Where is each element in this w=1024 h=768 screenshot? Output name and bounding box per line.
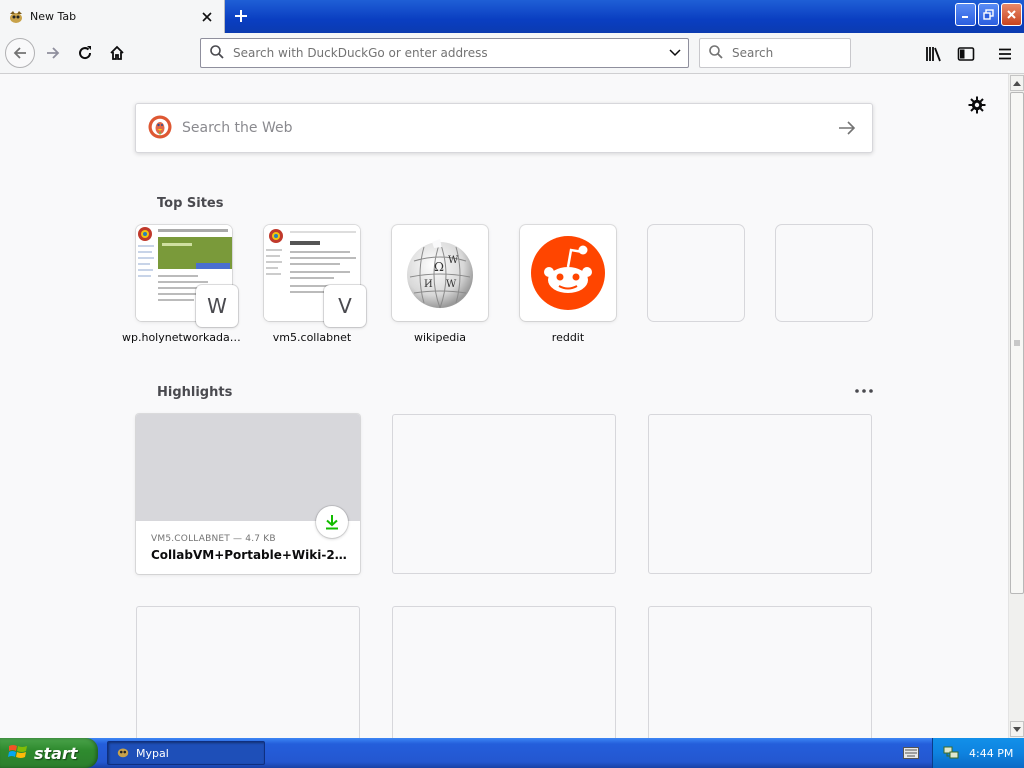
svg-text:W: W bbox=[446, 279, 457, 290]
site-letter-icon: W bbox=[196, 285, 238, 327]
top-sites-heading: Top Sites bbox=[157, 196, 224, 211]
site-letter-icon: V bbox=[324, 285, 366, 327]
restore-button[interactable] bbox=[978, 3, 999, 26]
tab-new-tab[interactable]: New Tab bbox=[0, 0, 225, 33]
empty-highlight-card bbox=[136, 606, 360, 738]
url-bar[interactable] bbox=[200, 38, 689, 68]
back-button[interactable] bbox=[5, 38, 35, 68]
mypal-icon bbox=[116, 745, 130, 762]
duckduckgo-logo-icon bbox=[148, 115, 172, 142]
top-site-label: reddit bbox=[551, 331, 585, 344]
top-site-tile[interactable]: reddit bbox=[520, 225, 616, 344]
windows-logo-icon bbox=[8, 743, 28, 764]
start-button[interactable]: start bbox=[0, 738, 98, 768]
top-site-tile[interactable]: Ω W И W wikipedia bbox=[392, 225, 488, 344]
reload-button[interactable] bbox=[70, 38, 100, 68]
more-options-icon[interactable] bbox=[851, 382, 877, 400]
forward-button[interactable] bbox=[38, 38, 68, 68]
top-site-label: wp.holynetworkadapter.org bbox=[122, 331, 246, 344]
card-host: VM5.COLLABNET — 4.7 KB bbox=[151, 534, 276, 544]
reddit-alien-icon bbox=[520, 225, 616, 321]
scrollbar-thumb[interactable] bbox=[1010, 92, 1024, 594]
taskbar: start Mypal 4:44 PM bbox=[0, 738, 1024, 768]
highlight-card[interactable]: VM5.COLLABNET — 4.7 KB CollabVM+Portable… bbox=[136, 414, 360, 574]
arrow-right-icon[interactable] bbox=[822, 120, 872, 136]
svg-text:И: И bbox=[424, 279, 433, 290]
scroll-down-arrow-icon[interactable] bbox=[1010, 721, 1024, 737]
mypal-icon bbox=[8, 9, 24, 25]
card-title: CollabVM+Portable+Wiki-20220... bbox=[151, 548, 349, 562]
card-preview bbox=[136, 414, 360, 521]
gear-icon[interactable] bbox=[966, 94, 988, 116]
empty-highlight-card bbox=[648, 606, 872, 738]
clock: 4:44 PM bbox=[969, 746, 1014, 760]
web-search-box[interactable] bbox=[135, 103, 873, 153]
close-tab-icon[interactable] bbox=[196, 6, 218, 28]
svg-text:W: W bbox=[448, 255, 459, 266]
hamburger-menu-icon[interactable] bbox=[992, 41, 1018, 67]
tab-strip: New Tab bbox=[0, 0, 1024, 33]
empty-highlight-card bbox=[648, 414, 872, 574]
taskbar-item-mypal[interactable]: Mypal bbox=[107, 741, 265, 765]
empty-top-site-tile[interactable] bbox=[648, 225, 744, 321]
search-icon bbox=[209, 44, 225, 63]
download-icon bbox=[316, 506, 348, 538]
search-input[interactable] bbox=[732, 46, 882, 60]
taskbar-item-label: Mypal bbox=[136, 746, 169, 760]
library-icon[interactable] bbox=[921, 41, 947, 67]
top-site-label: vm5.collabnet bbox=[272, 331, 352, 344]
highlights-heading: Highlights bbox=[157, 385, 233, 400]
new-tab-button[interactable] bbox=[229, 4, 253, 28]
start-label: start bbox=[34, 743, 78, 763]
web-search-input[interactable] bbox=[182, 120, 822, 136]
empty-top-site-tile[interactable] bbox=[776, 225, 872, 321]
top-site-tile[interactable]: W wp.holynetworkadapter.org bbox=[122, 225, 246, 344]
chevron-down-icon[interactable] bbox=[662, 49, 688, 57]
top-site-tile[interactable]: V vm5.collabnet bbox=[264, 225, 366, 344]
system-tray: 4:44 PM bbox=[932, 738, 1024, 768]
new-tab-page: Top Sites W wp.holynetworkadapter.org bbox=[0, 74, 1008, 738]
window-controls bbox=[955, 3, 1022, 26]
scroll-up-arrow-icon[interactable] bbox=[1010, 75, 1024, 91]
search-bar[interactable] bbox=[699, 38, 882, 68]
top-site-label: wikipedia bbox=[413, 331, 466, 344]
home-button[interactable] bbox=[102, 38, 132, 68]
keyboard-icon[interactable] bbox=[902, 746, 920, 760]
svg-text:Ω: Ω bbox=[434, 260, 444, 274]
empty-highlight-card bbox=[392, 606, 616, 738]
navigation-toolbar bbox=[0, 33, 1024, 74]
network-icon[interactable] bbox=[943, 744, 959, 763]
sidebar-icon[interactable] bbox=[953, 41, 979, 67]
minimize-button[interactable] bbox=[955, 3, 976, 26]
empty-highlight-card bbox=[392, 414, 616, 574]
close-window-button[interactable] bbox=[1001, 3, 1022, 26]
wikipedia-globe-icon: Ω W И W bbox=[392, 225, 488, 321]
tab-title: New Tab bbox=[30, 10, 77, 23]
vertical-scrollbar[interactable] bbox=[1008, 74, 1024, 738]
url-input[interactable] bbox=[233, 46, 662, 60]
search-icon bbox=[708, 44, 724, 63]
